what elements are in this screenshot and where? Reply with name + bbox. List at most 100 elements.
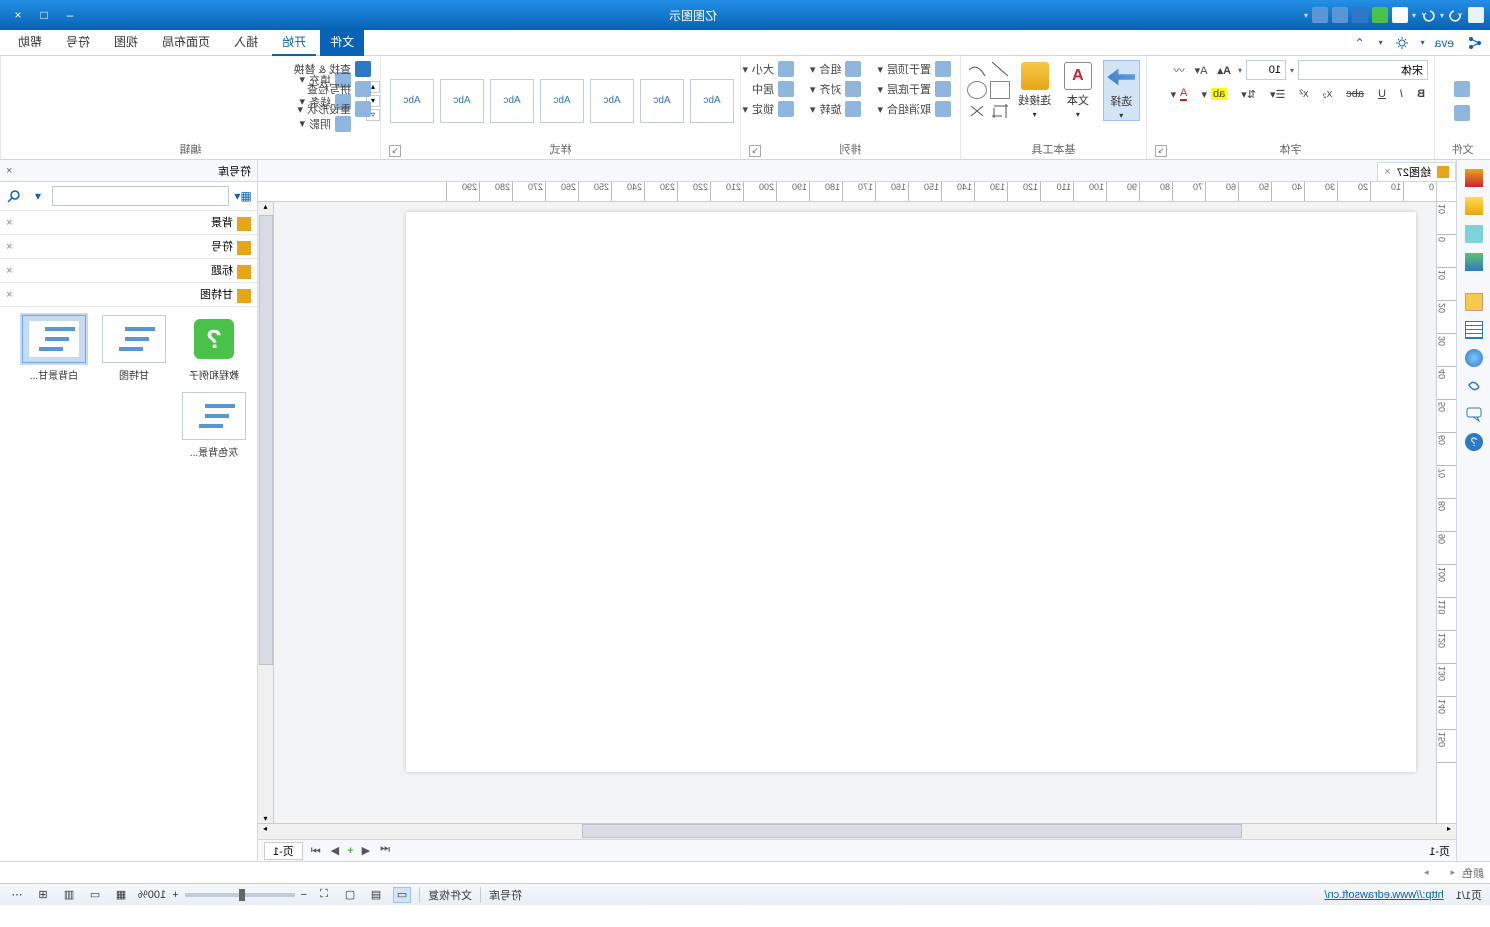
zoom-value[interactable]: 100%: [138, 889, 166, 901]
shape-rect[interactable]: [990, 81, 1010, 99]
rotate-button[interactable]: 旋转▾: [807, 100, 865, 118]
close-button[interactable]: ×: [6, 5, 30, 25]
page-nav-next[interactable]: ▶: [329, 844, 341, 857]
zoom-handle[interactable]: [239, 889, 245, 901]
shape-crop[interactable]: [990, 102, 1010, 120]
undo-dropdown[interactable]: ▾: [1440, 11, 1444, 20]
print-icon[interactable]: [1332, 7, 1348, 23]
page-nav-first[interactable]: ⏮: [378, 844, 392, 857]
select-tool[interactable]: 选择▾: [1103, 60, 1140, 121]
lt-fill[interactable]: [1462, 222, 1486, 246]
tab-insert[interactable]: 插入: [224, 29, 268, 56]
status-filerecover[interactable]: 文件恢复: [419, 887, 472, 903]
lt-list[interactable]: [1462, 318, 1486, 342]
share-icon[interactable]: [1464, 34, 1482, 52]
size-button[interactable]: 大小▾: [739, 60, 797, 78]
group-button[interactable]: 组合▾: [807, 60, 865, 78]
style-preset-4[interactable]: Abc: [540, 79, 584, 123]
cat-close[interactable]: ×: [6, 289, 12, 301]
view-snap-button[interactable]: ⊞: [34, 887, 52, 903]
preview-icon[interactable]: [1312, 7, 1328, 23]
bullet-list-button[interactable]: ☰▾: [1267, 87, 1288, 102]
status-url[interactable]: http://www.edrawsoft.cn/: [1324, 889, 1443, 901]
undo-icon[interactable]: [1448, 7, 1464, 23]
rpanel-cat-title[interactable]: 标题×: [0, 259, 257, 283]
font-size-dropdown[interactable]: ▾: [1238, 66, 1242, 75]
scroll-v-thumb[interactable]: [259, 215, 273, 665]
color-nav-left[interactable]: ◂: [1450, 867, 1455, 878]
scroll-left[interactable]: ◂: [1442, 824, 1456, 839]
superscript-button[interactable]: x²: [1296, 87, 1311, 101]
cat-close[interactable]: ×: [6, 217, 12, 229]
shape-more[interactable]: [967, 102, 987, 120]
arrange-dialog-launcher[interactable]: ↘: [749, 145, 761, 157]
copy-button[interactable]: [1452, 104, 1474, 122]
view-reading-button[interactable]: ▤: [367, 887, 385, 903]
rpanel-thumb[interactable]: 灰色背景...: [179, 392, 249, 459]
doc-tab-close[interactable]: ×: [1384, 166, 1390, 178]
rpanel-search-dropdown[interactable]: ▾: [28, 186, 48, 206]
view-more-button[interactable]: ⋯: [8, 887, 26, 903]
lt-help[interactable]: ?: [1462, 430, 1486, 454]
zoom-in-button[interactable]: +: [172, 889, 178, 901]
maximize-button[interactable]: □: [32, 5, 56, 25]
minimize-button[interactable]: –: [58, 5, 82, 25]
shape-line[interactable]: [990, 60, 1010, 78]
font-name-input[interactable]: [1298, 60, 1428, 80]
rpanel-thumb[interactable]: 白背景甘...: [19, 315, 89, 382]
font-shrink-button[interactable]: A▾: [1192, 63, 1211, 78]
tab-view[interactable]: 视图: [104, 29, 148, 56]
view-guides-button[interactable]: ▥: [60, 887, 78, 903]
settings-icon[interactable]: [1393, 34, 1411, 52]
font-name-dropdown[interactable]: ▾: [1290, 66, 1294, 75]
page-surface[interactable]: [406, 212, 1416, 772]
ruler-vertical[interactable]: 100102030405060708090100110120130140150: [1436, 202, 1456, 823]
text-tool[interactable]: 文本▾: [1059, 60, 1096, 119]
ungroup-button[interactable]: 取消组合▾: [874, 100, 954, 118]
user-name[interactable]: eva: [1435, 36, 1454, 50]
rpanel-search-input[interactable]: [52, 186, 229, 206]
scrollbar-horizontal[interactable]: ◂ ▸: [258, 823, 1456, 839]
find-replace-button[interactable]: 查找 & 替换: [291, 60, 374, 78]
page-tab-1[interactable]: 页-1: [264, 842, 303, 860]
view-grid-button[interactable]: ▦: [112, 887, 130, 903]
shape-ellipse[interactable]: [967, 81, 987, 99]
reset-shape-button[interactable]: 重设形状▾: [294, 100, 374, 118]
tab-page-layout[interactable]: 页面布局: [152, 29, 220, 56]
italic-button[interactable]: I: [1397, 87, 1406, 101]
rpanel-thumb[interactable]: 甘特图: [99, 315, 169, 382]
spellcheck-button[interactable]: 拼写检查: [304, 80, 374, 98]
strike-button[interactable]: abc: [1343, 87, 1367, 101]
rpanel-filter-icon[interactable]: ▦▾: [233, 186, 253, 206]
line-spacing-button[interactable]: ⇅▾: [1238, 87, 1259, 102]
lt-web[interactable]: [1462, 346, 1486, 370]
scroll-up[interactable]: ▴: [258, 202, 273, 211]
style-preset-3[interactable]: Abc: [590, 79, 634, 123]
send-back-button[interactable]: 置于底层▾: [874, 80, 954, 98]
lt-image[interactable]: [1462, 250, 1486, 274]
scroll-right[interactable]: ▸: [258, 824, 272, 839]
font-dialog-launcher[interactable]: ↘: [1155, 145, 1167, 157]
redo-icon[interactable]: [1420, 7, 1436, 23]
style-preset-5[interactable]: Abc: [490, 79, 534, 123]
scrollbar-vertical[interactable]: ▴ ▾: [258, 202, 274, 823]
scroll-h-thumb[interactable]: [582, 824, 1242, 838]
redo-dropdown[interactable]: ▾: [1412, 11, 1416, 20]
font-color-button[interactable]: A▾: [1168, 86, 1191, 102]
tab-file[interactable]: 文件: [320, 29, 364, 56]
zoom-slider[interactable]: [185, 893, 295, 897]
style-preset-7[interactable]: Abc: [390, 79, 434, 123]
tab-symbol[interactable]: 符号: [56, 29, 100, 56]
bring-front-button[interactable]: 置于顶层▾: [874, 60, 954, 78]
tab-help[interactable]: 帮助: [8, 29, 52, 56]
color-nav-right[interactable]: ▸: [1424, 867, 1429, 878]
lt-page[interactable]: [1462, 290, 1486, 314]
user-dropdown[interactable]: ▾: [1421, 38, 1425, 47]
ruler-horizontal[interactable]: 0102030405060708090100110120130140150160…: [258, 182, 1436, 202]
collapse-ribbon-icon[interactable]: ⌃: [1351, 34, 1369, 52]
center-button[interactable]: 居中: [749, 80, 797, 98]
cloud-icon[interactable]: [1372, 7, 1388, 23]
style-preset-2[interactable]: Abc: [640, 79, 684, 123]
quickaccess-dropdown[interactable]: ▾: [1304, 11, 1308, 20]
lt-layer[interactable]: [1462, 194, 1486, 218]
